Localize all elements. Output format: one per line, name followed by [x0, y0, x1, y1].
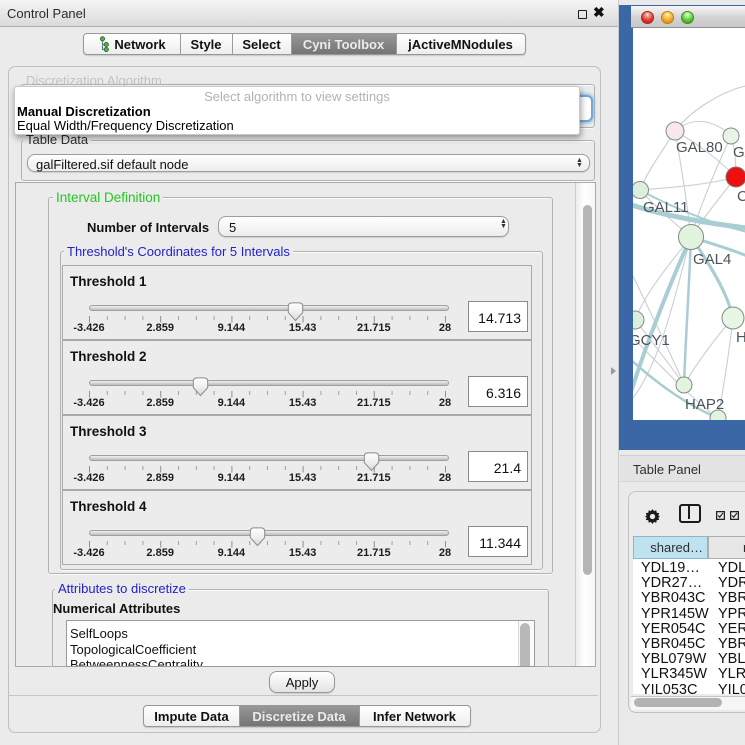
svg-text:GAL4: GAL4 [693, 251, 731, 268]
svg-text:H: H [736, 329, 745, 346]
svg-text:GAL11: GAL11 [643, 199, 689, 216]
svg-text:HAP2: HAP2 [685, 396, 724, 413]
svg-text:GA: GA [733, 144, 745, 161]
svg-text:GAL80: GAL80 [676, 139, 723, 156]
svg-text:GCY1: GCY1 [633, 332, 670, 349]
svg-text:C: C [737, 188, 745, 205]
